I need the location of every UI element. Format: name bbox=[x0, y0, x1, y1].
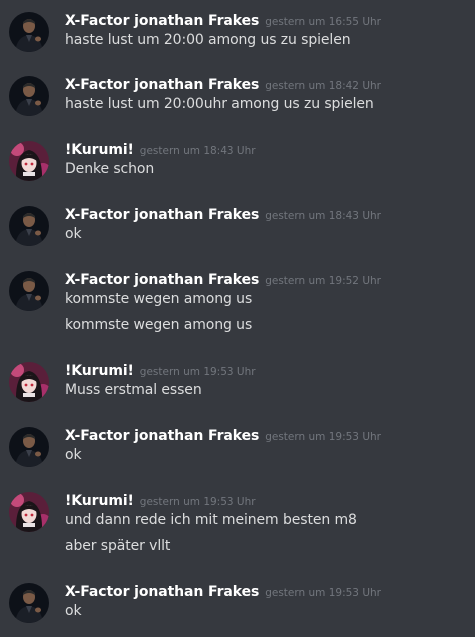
message-header: !Kurumi! gestern um 19:53 Uhr bbox=[65, 490, 256, 510]
timestamp: gestern um 19:53 Uhr bbox=[139, 366, 256, 378]
message-text: und dann rede ich mit meinem besten m8 bbox=[65, 512, 357, 528]
message-text: ok bbox=[65, 447, 82, 463]
message-text: Denke schon bbox=[65, 161, 155, 177]
timestamp: gestern um 19:52 Uhr bbox=[265, 275, 381, 287]
message-header: !Kurumi! gestern um 18:43 Uhr bbox=[65, 139, 256, 159]
message-text: haste lust um 20:00 among us zu spielen bbox=[65, 32, 351, 48]
message-text: haste lust um 20:00uhr among us zu spiel… bbox=[65, 96, 374, 112]
user-avatar[interactable] bbox=[9, 427, 49, 467]
message-text: ok bbox=[65, 603, 82, 619]
username[interactable]: X-Factor jonathan Frakes bbox=[65, 428, 259, 444]
user-avatar[interactable] bbox=[9, 271, 49, 311]
message-header: X-Factor jonathan Frakes gestern um 19:53… bbox=[65, 425, 381, 445]
message-header: X-Factor jonathan Frakes gestern um 16:55… bbox=[65, 10, 381, 30]
timestamp: gestern um 18:42 Uhr bbox=[265, 80, 381, 92]
user-avatar[interactable] bbox=[9, 583, 49, 623]
message-text: ok bbox=[65, 226, 82, 242]
username[interactable]: !Kurumi! bbox=[65, 142, 134, 158]
message-header: X-Factor jonathan Frakes gestern um 18:42… bbox=[65, 74, 381, 94]
username[interactable]: !Kurumi! bbox=[65, 493, 134, 509]
message-text: kommste wegen among us bbox=[65, 291, 253, 307]
message-header: X-Factor jonathan Frakes gestern um 19:53… bbox=[65, 581, 381, 601]
timestamp: gestern um 18:43 Uhr bbox=[139, 145, 256, 157]
user-avatar[interactable] bbox=[9, 206, 49, 246]
username[interactable]: X-Factor jonathan Frakes bbox=[65, 207, 259, 223]
message-text: kommste wegen among us bbox=[65, 317, 253, 333]
timestamp: gestern um 19:53 Uhr bbox=[265, 587, 381, 599]
user-avatar[interactable] bbox=[9, 141, 49, 181]
username[interactable]: !Kurumi! bbox=[65, 363, 134, 379]
username[interactable]: X-Factor jonathan Frakes bbox=[65, 272, 259, 288]
timestamp: gestern um 18:43 Uhr bbox=[265, 210, 381, 222]
username[interactable]: X-Factor jonathan Frakes bbox=[65, 584, 259, 600]
user-avatar[interactable] bbox=[9, 12, 49, 52]
message-text: aber später vllt bbox=[65, 538, 171, 554]
message-header: X-Factor jonathan Frakes gestern um 19:52… bbox=[65, 269, 381, 289]
message-text: Muss erstmal essen bbox=[65, 382, 202, 398]
timestamp: gestern um 19:53 Uhr bbox=[265, 431, 381, 443]
message-header: X-Factor jonathan Frakes gestern um 18:43… bbox=[65, 204, 381, 224]
message-header: !Kurumi! gestern um 19:53 Uhr bbox=[65, 360, 256, 380]
user-avatar[interactable] bbox=[9, 76, 49, 116]
user-avatar[interactable] bbox=[9, 362, 49, 402]
user-avatar[interactable] bbox=[9, 492, 49, 532]
username[interactable]: X-Factor jonathan Frakes bbox=[65, 77, 259, 93]
timestamp: gestern um 16:55 Uhr bbox=[265, 16, 381, 28]
username[interactable]: X-Factor jonathan Frakes bbox=[65, 13, 259, 29]
timestamp: gestern um 19:53 Uhr bbox=[139, 496, 256, 508]
